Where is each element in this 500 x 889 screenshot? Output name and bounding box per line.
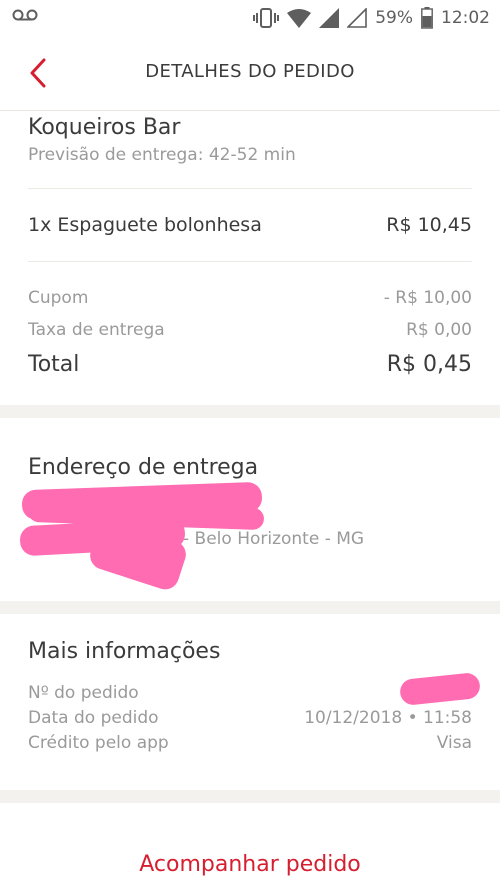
section-gap xyxy=(0,601,500,614)
payment-value: Visa xyxy=(436,733,472,753)
delivery-fee-row: Taxa de entrega R$ 0,00 xyxy=(28,320,472,340)
order-number-label: Nº do pedido xyxy=(28,683,139,703)
coupon-label: Cupom xyxy=(28,288,89,308)
divider xyxy=(28,188,472,189)
address-title: Endereço de entrega xyxy=(28,455,259,480)
order-date-label: Data do pedido xyxy=(28,708,159,728)
voicemail-icon xyxy=(12,9,38,21)
item-label: 1x Espaguete bolonhesa xyxy=(28,214,262,236)
vibrate-icon xyxy=(253,8,280,28)
app-header: DETALHES DO PEDIDO xyxy=(0,36,500,111)
more-info-section: Mais informações Nº do pedido Data do pe… xyxy=(0,614,500,790)
wifi-icon xyxy=(287,9,312,28)
section-gap xyxy=(0,790,500,803)
total-value: R$ 0,45 xyxy=(386,352,472,377)
divider xyxy=(28,261,472,262)
more-info-title: Mais informações xyxy=(28,639,221,664)
payment-row: Crédito pelo app Visa xyxy=(28,733,472,753)
track-order-button[interactable]: Acompanhar pedido xyxy=(0,852,500,877)
coupon-value: - R$ 10,00 xyxy=(383,288,472,308)
total-row: Total R$ 0,45 xyxy=(28,352,472,377)
clock: 12:02 xyxy=(441,8,490,28)
status-bar: 59% 12:02 xyxy=(0,0,500,36)
section-gap xyxy=(0,405,500,418)
delivery-address-section: Endereço de entrega - Belo Horizonte - M… xyxy=(0,418,500,601)
restaurant-name: Koqueiros Bar xyxy=(28,115,181,140)
battery-icon xyxy=(421,7,433,29)
coupon-row: Cupom - R$ 10,00 xyxy=(28,288,472,308)
delivery-fee-value: R$ 0,00 xyxy=(406,320,472,340)
list-item: 1x Espaguete bolonhesa R$ 10,45 xyxy=(28,214,472,236)
signal-empty-icon xyxy=(347,8,368,28)
order-date-value: 10/12/2018 • 11:58 xyxy=(304,708,472,728)
item-price: R$ 10,45 xyxy=(386,214,472,236)
order-date-row: Data do pedido 10/12/2018 • 11:58 xyxy=(28,708,472,728)
order-summary-section: Koqueiros Bar Previsão de entrega: 42-52… xyxy=(0,111,500,405)
delivery-estimate: Previsão de entrega: 42-52 min xyxy=(28,145,296,165)
payment-label: Crédito pelo app xyxy=(28,733,169,753)
address-city: - Belo Horizonte - MG xyxy=(183,529,365,549)
delivery-fee-label: Taxa de entrega xyxy=(28,320,165,340)
total-label: Total xyxy=(28,352,80,377)
signal-icon xyxy=(319,8,340,28)
page-title: DETALHES DO PEDIDO xyxy=(145,61,355,82)
battery-percent: 59% xyxy=(375,8,413,28)
